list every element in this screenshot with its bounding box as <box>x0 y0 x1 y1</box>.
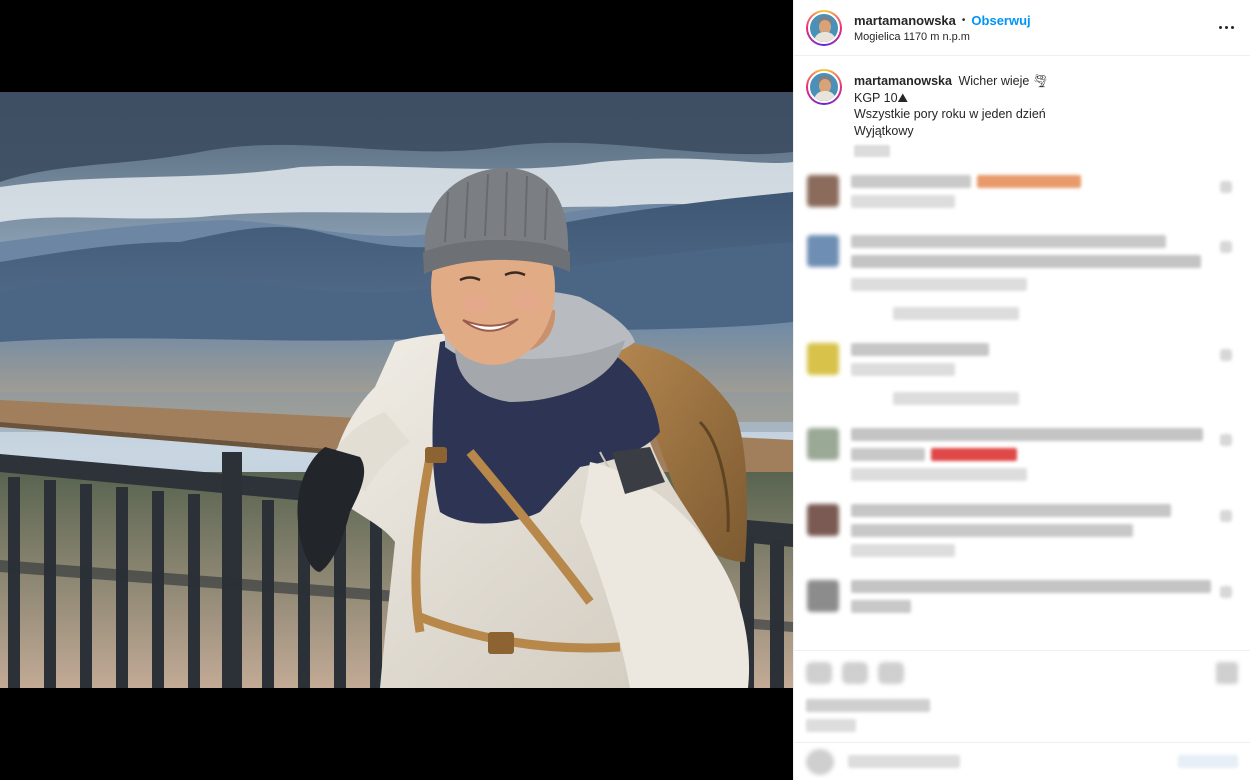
comment-item <box>806 580 1238 620</box>
view-replies-blurred[interactable] <box>893 307 1019 320</box>
caption-line-2: KGP 10⛰ <box>854 90 909 105</box>
comments-section: martamanowska Wicher wieje 🌪 KGP 10⛰ Wsz… <box>794 57 1250 647</box>
comment-meta-blurred <box>851 278 1027 291</box>
comment-text-blurred <box>851 343 989 356</box>
post-actions <box>794 650 1250 780</box>
comment-meta-blurred <box>851 544 955 557</box>
like-comment-icon[interactable] <box>1220 510 1232 522</box>
comment-avatar-blurred[interactable] <box>807 343 839 375</box>
view-replies-blurred[interactable] <box>893 392 1019 405</box>
comment-text-blurred <box>851 504 1171 517</box>
comment-text-blurred <box>851 428 1203 441</box>
like-comment-icon[interactable] <box>1220 434 1232 446</box>
comment-text-blurred <box>851 600 911 613</box>
like-comment-icon[interactable] <box>1220 241 1232 253</box>
header-text: martamanowska • Obserwuj Mogielica 1170 … <box>854 13 1214 43</box>
comment-meta-blurred <box>851 195 955 208</box>
instagram-post-view: martamanowska • Obserwuj Mogielica 1170 … <box>0 0 1250 780</box>
likes-count-blurred[interactable] <box>806 699 930 712</box>
comment-text-blurred <box>851 524 1133 537</box>
separator-dot: • <box>961 14 966 26</box>
comment-text-blurred <box>851 580 1211 593</box>
post-date-blurred <box>806 719 856 732</box>
like-comment-icon[interactable] <box>1220 349 1232 361</box>
more-options-icon[interactable] <box>1214 16 1238 40</box>
emoji-picker-icon[interactable] <box>806 748 834 775</box>
add-comment-input-blurred[interactable] <box>848 755 960 768</box>
comment-text-blurred <box>851 175 971 188</box>
comment-avatar-blurred[interactable] <box>807 235 839 267</box>
comment-text-blurred <box>851 255 1201 268</box>
comment-item <box>806 504 1238 564</box>
like-heart-icon[interactable] <box>806 662 832 684</box>
caption-avatar[interactable] <box>806 69 842 105</box>
caption-line-1: Wicher wieje 🌪 <box>958 74 1049 88</box>
caption-text: martamanowska Wicher wieje 🌪 KGP 10⛰ Wsz… <box>854 73 1049 157</box>
comment-item <box>806 235 1238 327</box>
post-media <box>0 0 793 780</box>
comment-emoji-blurred <box>977 175 1081 188</box>
location-link[interactable]: Mogielica 1170 m n.p.m <box>854 31 1214 43</box>
photo-woman-mountain-view <box>0 92 793 688</box>
comment-bubble-icon[interactable] <box>842 662 868 684</box>
caption-username[interactable]: martamanowska <box>854 74 952 88</box>
comment-meta-blurred <box>851 363 955 376</box>
add-comment-row <box>794 742 1250 780</box>
save-bookmark-icon[interactable] <box>1216 662 1238 684</box>
post-header: martamanowska • Obserwuj Mogielica 1170 … <box>794 0 1250 56</box>
post-caption: martamanowska Wicher wieje 🌪 KGP 10⛰ Wsz… <box>806 69 1238 157</box>
comment-item <box>806 428 1238 488</box>
comment-avatar-blurred[interactable] <box>807 428 839 460</box>
comment-meta-blurred <box>851 468 1027 481</box>
like-comment-icon[interactable] <box>1220 586 1232 598</box>
caption-line-3: Wszystkie pory roku w jeden dzień <box>854 107 1046 121</box>
comment-text-blurred <box>851 235 1166 248</box>
comment-text-blurred <box>851 448 925 461</box>
comment-avatar-blurred[interactable] <box>807 580 839 612</box>
comment-avatar-blurred[interactable] <box>807 504 839 536</box>
comment-emoji-blurred <box>931 448 1017 461</box>
comment-avatar-blurred[interactable] <box>807 175 839 207</box>
caption-line-4: Wyjątkowy <box>854 123 914 138</box>
follow-button[interactable]: Obserwuj <box>971 13 1030 28</box>
profile-avatar[interactable] <box>806 9 842 46</box>
post-comment-button-blurred[interactable] <box>1178 755 1238 768</box>
caption-timestamp-blurred <box>854 145 890 157</box>
post-side-panel: martamanowska • Obserwuj Mogielica 1170 … <box>793 0 1250 780</box>
share-send-icon[interactable] <box>878 662 904 684</box>
like-comment-icon[interactable] <box>1220 181 1232 193</box>
comment-item <box>806 343 1238 412</box>
post-photo[interactable] <box>0 92 793 688</box>
comment-item <box>806 175 1238 215</box>
username-link[interactable]: martamanowska <box>854 13 956 28</box>
